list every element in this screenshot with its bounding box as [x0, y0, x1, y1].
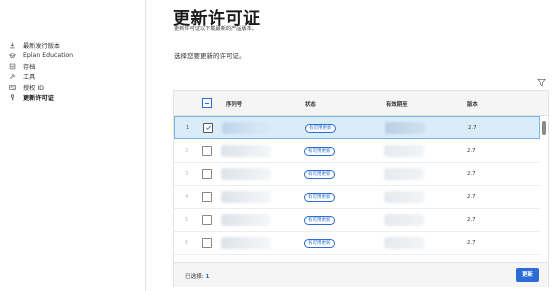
sidebar-nav: 最新发行版本 Eplan Education 存档 工具 授权 ID 更新许可证 — [9, 40, 73, 103]
graduation-cap-icon — [9, 52, 20, 59]
archive-icon — [9, 63, 20, 70]
status-badge: 有可用更新 — [304, 239, 335, 248]
version-cell: 2.7 — [467, 194, 476, 200]
main-content: 更新许可证 更新许可证以下载最新的产品版本。 选择您要更新的许可证。 序列号 状… — [147, 0, 553, 291]
column-header-status[interactable]: 状态 — [305, 100, 316, 108]
license-table: 序列号 状态 有效期至 版本 1 有可用更新 2.7 2 有可用更新 2.7 3… — [173, 90, 549, 287]
redacted-serial — [221, 168, 271, 180]
sidebar-item-archive[interactable]: 存档 — [9, 61, 73, 72]
select-all-checkbox[interactable] — [202, 98, 212, 108]
row-number: 5 — [185, 217, 189, 223]
status-badge: 有可用更新 — [305, 124, 336, 133]
checkmark-icon — [205, 125, 212, 130]
row-checkbox[interactable] — [202, 192, 212, 202]
sidebar-item-license-id[interactable]: 授权 ID — [9, 82, 73, 93]
version-cell: 2.7 — [467, 240, 476, 246]
column-header-valid-until[interactable]: 有效期至 — [386, 100, 408, 108]
selected-label: 已选择: — [185, 274, 204, 280]
row-number: 4 — [185, 194, 189, 200]
redacted-valid-until — [384, 237, 424, 249]
sidebar-item-label: 工具 — [23, 74, 36, 82]
version-cell: 2.7 — [467, 217, 476, 223]
row-checkbox[interactable] — [202, 146, 212, 156]
table-header: 序列号 状态 有效期至 版本 — [174, 91, 548, 116]
table-row[interactable]: 2 有可用更新 2.7 — [174, 140, 540, 163]
table-row[interactable]: 5 有可用更新 2.7 — [174, 209, 540, 232]
column-header-version[interactable]: 版本 — [467, 100, 478, 108]
status-badge: 有可用更新 — [304, 216, 335, 225]
redacted-serial — [221, 237, 271, 249]
sidebar: 最新发行版本 Eplan Education 存档 工具 授权 ID 更新许可证 — [0, 0, 146, 291]
row-number: 6 — [185, 240, 189, 246]
key-icon — [9, 94, 20, 101]
version-cell: 2.7 — [468, 125, 477, 131]
row-number: 2 — [185, 148, 189, 154]
selection-prompt: 选择您要更新的许可证。 — [174, 52, 246, 60]
sidebar-item-label: 更新许可证 — [23, 95, 54, 103]
wrench-icon — [9, 73, 20, 80]
version-cell: 2.7 — [467, 171, 476, 177]
table-row[interactable]: 6 有可用更新 2.7 — [174, 232, 540, 255]
row-checkbox[interactable] — [202, 238, 212, 248]
sidebar-item-label: 授权 ID — [23, 84, 44, 92]
status-badge: 有可用更新 — [304, 147, 335, 156]
redacted-valid-until — [384, 145, 424, 157]
sidebar-item-eplan-education[interactable]: Eplan Education — [9, 51, 73, 62]
sidebar-item-update-license[interactable]: 更新许可证 — [9, 93, 73, 104]
sidebar-item-label: Eplan Education — [23, 52, 74, 60]
page-subtitle: 更新许可证以下载最新的产品版本。 — [174, 26, 258, 32]
version-cell: 2.7 — [467, 148, 476, 154]
table-scrollbar[interactable] — [542, 121, 546, 135]
update-button[interactable]: 更新 — [516, 268, 539, 282]
table-row[interactable]: 4 有可用更新 2.7 — [174, 186, 540, 209]
status-badge: 有可用更新 — [304, 170, 335, 179]
row-number: 3 — [185, 171, 189, 177]
redacted-valid-until — [385, 122, 425, 134]
sidebar-item-latest-releases[interactable]: 最新发行版本 — [9, 40, 73, 51]
sidebar-item-label: 存档 — [23, 63, 36, 71]
row-number: 1 — [186, 125, 190, 131]
status-badge: 有可用更新 — [304, 193, 335, 202]
id-card-icon — [9, 84, 20, 91]
row-checkbox[interactable] — [203, 123, 213, 133]
redacted-serial — [222, 122, 272, 134]
redacted-valid-until — [384, 191, 424, 203]
selected-count: 已选择: 1 — [185, 272, 209, 280]
redacted-serial — [221, 191, 271, 203]
column-header-serial[interactable]: 序列号 — [226, 100, 242, 108]
filter-icon[interactable] — [537, 72, 546, 87]
page: 最新发行版本 Eplan Education 存档 工具 授权 ID 更新许可证… — [0, 0, 553, 291]
sidebar-item-tools[interactable]: 工具 — [9, 72, 73, 83]
table-row[interactable]: 1 有可用更新 2.7 — [174, 116, 540, 139]
selected-count-value: 1 — [205, 274, 210, 280]
redacted-serial — [221, 145, 271, 157]
sidebar-item-label: 最新发行版本 — [23, 42, 61, 50]
download-icon — [9, 42, 20, 49]
row-checkbox[interactable] — [202, 169, 212, 179]
redacted-serial — [221, 214, 271, 226]
row-checkbox[interactable] — [202, 215, 212, 225]
table-row[interactable]: 3 有可用更新 2.7 — [174, 163, 540, 186]
redacted-valid-until — [384, 214, 424, 226]
redacted-valid-until — [384, 168, 424, 180]
table-footer: 已选择: 1 更新 — [174, 262, 548, 287]
